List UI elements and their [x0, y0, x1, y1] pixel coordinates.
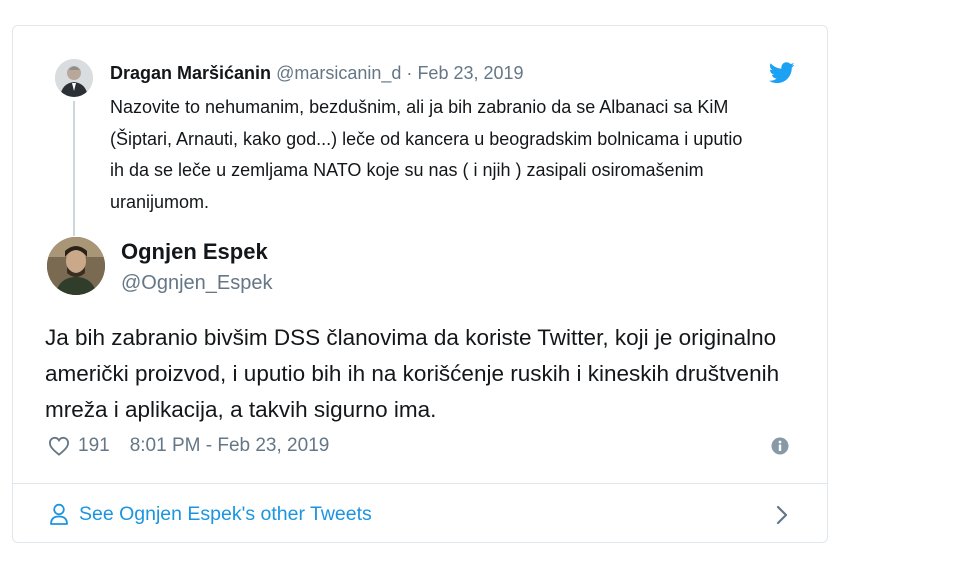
- main-author-name[interactable]: Ognjen Espek: [121, 238, 268, 266]
- see-other-tweets-link[interactable]: See Ognjen Espek's other Tweets: [49, 501, 372, 527]
- tweet-timestamp[interactable]: 8:01 PM - Feb 23, 2019: [130, 433, 330, 459]
- like-count[interactable]: 191: [78, 433, 110, 459]
- embedded-tweet-card: Dragan Maršićanin @marsicanin_d · Feb 23…: [12, 25, 828, 543]
- thread-connector-line: [73, 101, 75, 236]
- heart-icon[interactable]: [48, 436, 70, 456]
- parent-tweet-header: Dragan Maršićanin @marsicanin_d · Feb 23…: [110, 61, 524, 85]
- header-separator: ·: [406, 63, 413, 83]
- see-other-tweets-label[interactable]: See Ognjen Espek's other Tweets: [79, 501, 372, 527]
- info-icon[interactable]: [771, 437, 789, 455]
- person-icon: [50, 503, 68, 525]
- main-avatar[interactable]: [47, 237, 105, 295]
- parent-tweet-date[interactable]: Feb 23, 2019: [417, 63, 523, 83]
- main-author-handle[interactable]: @Ognjen_Espek: [121, 270, 273, 296]
- tweet-meta-row: 191 8:01 PM - Feb 23, 2019: [48, 433, 329, 459]
- main-tweet-text: Ja bih zabranio bivšim DSS članovima da …: [45, 325, 780, 422]
- twitter-bird-icon[interactable]: [769, 62, 795, 84]
- parent-avatar[interactable]: [55, 59, 93, 97]
- parent-author-handle[interactable]: @marsicanin_d: [276, 63, 401, 83]
- chevron-right-icon[interactable]: [775, 504, 789, 526]
- parent-tweet-text: Nazovite to nehumanim, bezdušnim, ali ja…: [110, 97, 743, 212]
- footer-divider: [13, 483, 827, 484]
- parent-author-name[interactable]: Dragan Maršićanin: [110, 63, 271, 83]
